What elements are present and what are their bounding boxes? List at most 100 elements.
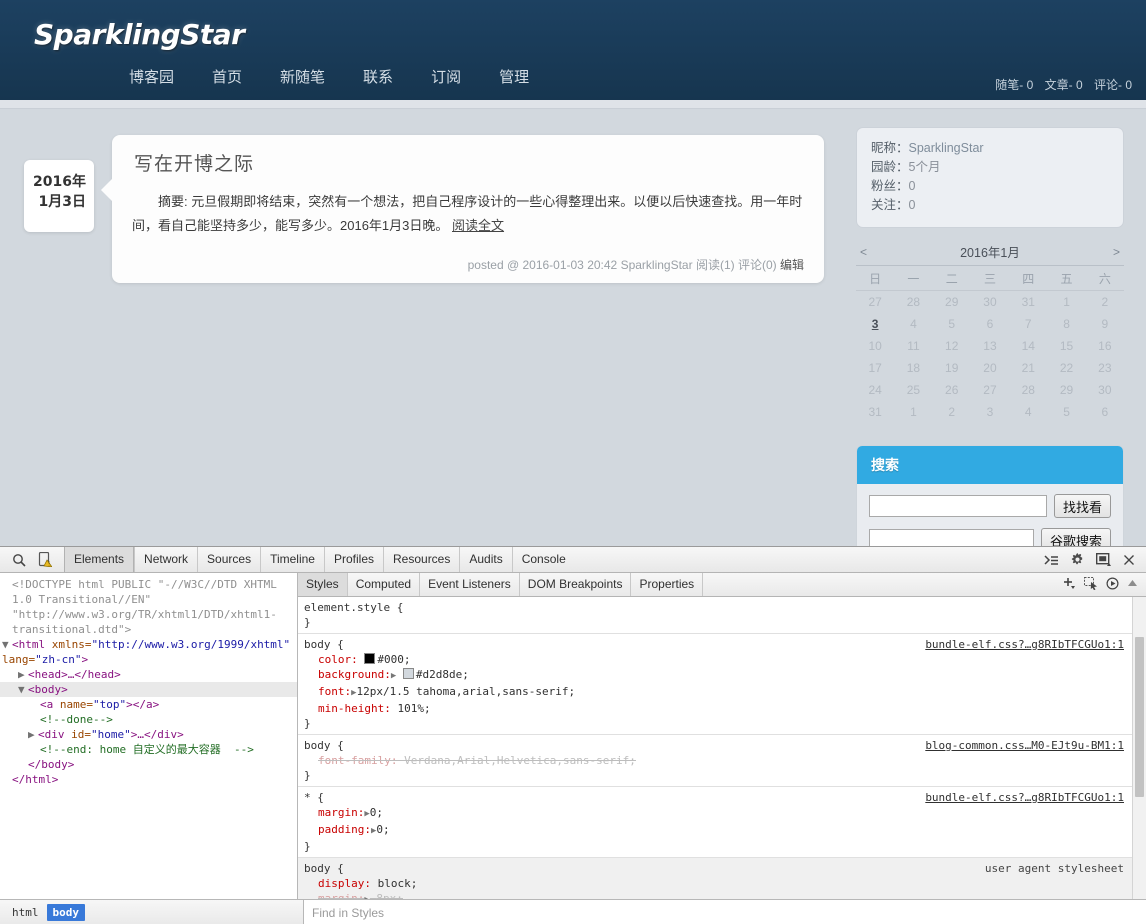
styles-tab-dom-breakpoints[interactable]: DOM Breakpoints — [520, 573, 632, 596]
blog-title[interactable]: SparklingStar — [34, 18, 245, 51]
inspect-device-icon[interactable]: ! — [32, 549, 58, 571]
dom-line-div-home[interactable]: ▶ <div id="home">…</div> — [0, 727, 297, 742]
styles-tab-properties[interactable]: Properties — [631, 573, 704, 596]
tab-resources[interactable]: Resources — [383, 547, 459, 572]
scrollbar-thumb[interactable] — [1135, 637, 1144, 797]
style-rule-close: } — [304, 769, 311, 782]
profile-label-nickname: 昵称： — [871, 141, 909, 155]
read-more-link[interactable]: 阅读全文 — [452, 218, 504, 233]
search-input-site[interactable] — [869, 495, 1047, 517]
post-meta-comments[interactable]: 评论(0) — [738, 258, 777, 272]
dom-line-anchor[interactable]: <a name="top"></a> — [0, 697, 297, 712]
style-rule-universal[interactable]: bundle-elf.css?…g8RIbTFCGUo1:1 * { margi… — [298, 787, 1146, 858]
style-origin-link[interactable]: bundle-elf.css?…g8RIbTFCGUo1:1 — [925, 637, 1124, 652]
calendar-day-today-link[interactable]: 3 — [872, 317, 879, 331]
calendar-day: 21 — [1021, 361, 1035, 375]
dom-tree-pane[interactable]: <!DOCTYPE html PUBLIC "-//W3C//DTD XHTML… — [0, 573, 298, 899]
profile-value-follow[interactable]: 0 — [909, 198, 916, 212]
style-declaration[interactable]: background:▶ #d2d8de; — [304, 667, 1140, 684]
color-swatch-icon[interactable] — [364, 653, 376, 664]
style-declaration[interactable]: display: block; — [304, 876, 1140, 891]
tab-audits[interactable]: Audits — [459, 547, 511, 572]
style-rule-body-blogcommon[interactable]: blog-common.css…M0-EJt9u-BM1:1 body { fo… — [298, 735, 1146, 787]
search-icon[interactable] — [6, 549, 32, 571]
style-origin-link[interactable]: bundle-elf.css?…g8RIbTFCGUo1:1 — [925, 790, 1124, 805]
style-rule-user-agent[interactable]: user agent stylesheet body { display: bl… — [298, 858, 1146, 899]
styles-pane: Styles Computed Event Listeners DOM Brea… — [298, 573, 1146, 899]
post-meta-edit[interactable]: 编辑 — [780, 258, 804, 272]
dom-line-head[interactable]: ▶ <head>…</head> — [0, 667, 297, 682]
styles-rules-list[interactable]: element.style { } bundle-elf.css?…g8RIbT… — [298, 597, 1146, 899]
gear-icon[interactable] — [1064, 549, 1090, 571]
profile-value-fans[interactable]: 0 — [909, 179, 916, 193]
search-button-google[interactable]: 谷歌搜索 — [1040, 528, 1111, 546]
element-state-icon[interactable] — [1084, 576, 1098, 593]
search-button-site[interactable]: 找找看 — [1053, 494, 1111, 518]
dom-line-html-open[interactable]: ▼ <html xmlns="http://www.w3.org/1999/xht… — [0, 637, 297, 652]
styles-tab-computed[interactable]: Computed — [348, 573, 421, 596]
dom-line-body[interactable]: ▼ <body> — [0, 682, 297, 697]
calendar-next-icon[interactable]: > — [1113, 245, 1120, 259]
style-rule-selector: element.style { — [304, 601, 404, 614]
style-declaration[interactable]: margin:▶0; — [304, 805, 1140, 822]
color-swatch-icon[interactable] — [402, 668, 414, 679]
toggle-element-state-icon[interactable] — [1106, 576, 1119, 593]
calendar-week-row: 24 25 26 27 28 29 30 — [856, 379, 1124, 401]
styles-scroll-up-icon[interactable] — [1127, 578, 1138, 592]
profile-value-nickname[interactable]: SparklingStar — [909, 141, 984, 155]
styles-tab-event-listeners[interactable]: Event Listeners — [420, 573, 520, 596]
nav-item-home[interactable]: 首页 — [193, 66, 261, 88]
breadcrumb-item-body[interactable]: body — [46, 904, 85, 921]
calendar-prev-icon[interactable]: < — [860, 245, 867, 259]
nav-item-manage[interactable]: 管理 — [480, 66, 548, 88]
stat-comments: 评论- 0 — [1093, 78, 1132, 92]
disclosure-triangle-icon[interactable]: ▶ — [18, 667, 28, 682]
tab-profiles[interactable]: Profiles — [323, 547, 383, 572]
post-meta-author[interactable]: SparklingStar — [621, 258, 693, 272]
styles-tab-styles[interactable]: Styles — [298, 573, 348, 596]
find-in-styles-field[interactable]: Find in Styles — [304, 900, 1146, 924]
tab-elements[interactable]: Elements — [64, 547, 135, 572]
calendar-day-today[interactable]: 3 — [856, 313, 894, 335]
disclosure-triangle-icon[interactable]: ▼ — [2, 637, 12, 652]
style-declaration[interactable]: color: #000; — [304, 652, 1140, 667]
styles-scrollbar[interactable] — [1132, 597, 1146, 899]
tab-console[interactable]: Console — [511, 547, 575, 572]
dom-tag-head: <head>…</head> — [28, 668, 121, 681]
nav-item-subscribe[interactable]: 订阅 — [412, 66, 480, 88]
calendar-day: 4 — [910, 317, 917, 331]
style-declaration[interactable]: min-height: 101%; — [304, 701, 1140, 716]
style-declaration-overridden[interactable]: margin:▶ 8px; — [304, 891, 1140, 899]
style-declaration[interactable]: padding:▶0; — [304, 822, 1140, 839]
style-origin-link[interactable]: blog-common.css…M0-EJt9u-BM1:1 — [925, 738, 1124, 753]
nav-item-new-post[interactable]: 新随笔 — [261, 66, 344, 88]
devtools-tab-list: Elements Network Sources Timeline Profil… — [64, 547, 575, 572]
profile-label-age: 园龄： — [871, 160, 909, 174]
disclosure-triangle-icon[interactable]: ▶ — [28, 727, 38, 742]
nav-item-contact[interactable]: 联系 — [344, 66, 412, 88]
tab-network[interactable]: Network — [134, 547, 197, 572]
tab-sources[interactable]: Sources — [197, 547, 260, 572]
style-rule-element-style[interactable]: element.style { } — [298, 597, 1146, 634]
post-title-link[interactable]: 写在开博之际 — [134, 149, 804, 176]
new-style-rule-icon[interactable] — [1063, 577, 1076, 593]
style-declaration[interactable]: font:▶12px/1.5 tahoma,arial,sans-serif; — [304, 684, 1140, 701]
dom-line-doctype: <!DOCTYPE html PUBLIC "-//W3C//DTD XHTML — [12, 578, 277, 591]
style-prop-value: #d2d8de; — [415, 668, 469, 681]
close-icon[interactable] — [1116, 549, 1142, 571]
nav-item-blogs[interactable]: 博客园 — [110, 66, 193, 88]
calendar-day: 23 — [1098, 361, 1112, 375]
style-rule-body-bundle[interactable]: bundle-elf.css?…g8RIbTFCGUo1:1 body { co… — [298, 634, 1146, 735]
search-input-google[interactable] — [869, 529, 1034, 546]
expand-arrow-icon[interactable]: ▶ — [391, 671, 396, 681]
styles-tab-list: Styles Computed Event Listeners DOM Brea… — [298, 573, 1146, 597]
dom-tag-a-close: ></a> — [126, 698, 160, 711]
calendar-day: 5 — [948, 317, 956, 331]
disclosure-triangle-icon[interactable]: ▼ — [18, 682, 28, 697]
expand-arrow-icon[interactable]: ▶ — [364, 895, 369, 899]
show-drawer-icon[interactable] — [1038, 549, 1064, 571]
tab-timeline[interactable]: Timeline — [260, 547, 324, 572]
dock-mode-icon[interactable] — [1090, 549, 1116, 571]
style-declaration-overridden[interactable]: font-family: Verdana,Arial,Helvetica,san… — [304, 753, 1140, 768]
breadcrumb-item-html[interactable]: html — [6, 904, 45, 921]
